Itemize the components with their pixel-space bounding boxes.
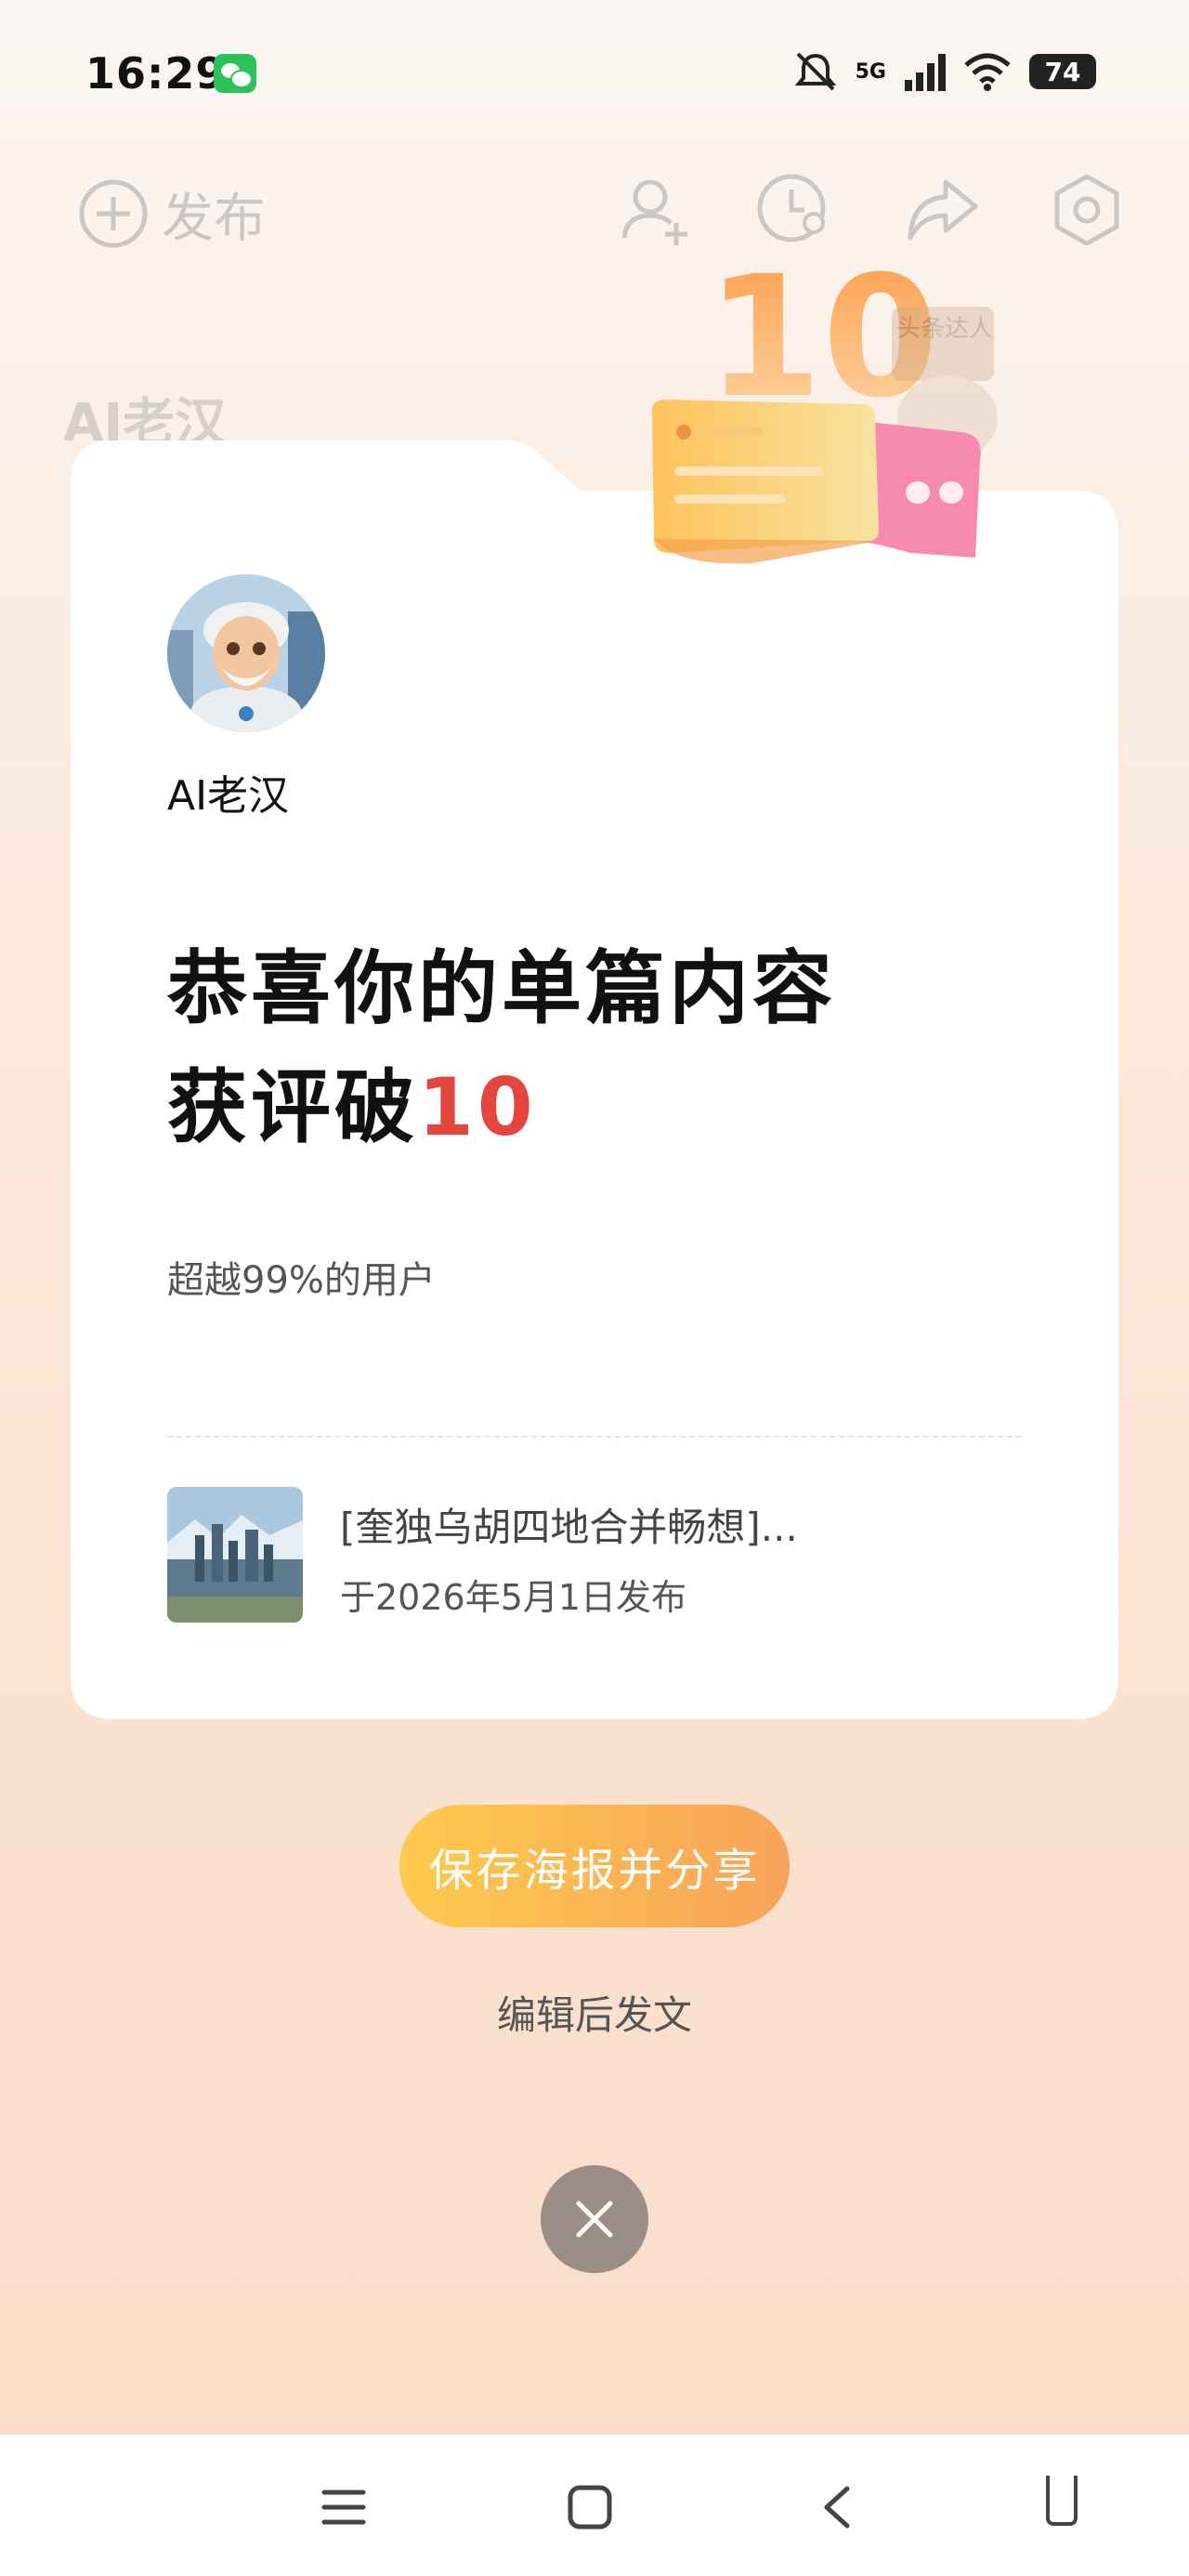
status-time: 16:29 — [85, 48, 227, 99]
close-button[interactable] — [541, 2165, 648, 2273]
achievement-card: AI老汉 恭喜你的单篇内容 获评破10 超越99%的用户 [奎独乌胡四地合并畅想… — [71, 437, 1118, 1719]
decoration-sign-text: 头条达人 — [896, 315, 993, 343]
home-square-icon — [568, 2485, 612, 2530]
username: AI老汉 — [167, 772, 290, 820]
battery-indicator: 74 — [1029, 54, 1096, 89]
status-bar: 16:29 5G 74 — [0, 0, 1189, 149]
settings-icon — [1054, 174, 1119, 246]
system-navigation-bar — [0, 2435, 1189, 2576]
post-title[interactable]: [奎独乌胡四地合并畅想]... — [340, 1496, 798, 1553]
post-date: 于2026年5月1日发布 — [340, 1577, 687, 1618]
ribbon-badge-illustration: 10 头条达人 — [651, 241, 998, 564]
city-thumbnail-image — [167, 1487, 303, 1623]
wifi-icon — [964, 53, 1011, 91]
nav-back-button[interactable] — [799, 2470, 873, 2544]
save-poster-share-button[interactable]: 保存海报并分享 — [399, 1805, 790, 1927]
headline-line-1: 恭喜你的单篇内容 — [167, 942, 836, 1035]
ranking-text: 超越99%的用户 — [167, 1259, 436, 1302]
side-handle[interactable] — [1046, 2476, 1078, 2526]
nav-home-button[interactable] — [553, 2470, 627, 2544]
headline-number: 10 — [418, 1061, 537, 1154]
dashed-divider — [167, 1436, 1022, 1438]
publish-label: 发布 — [162, 188, 266, 249]
menu-icon — [321, 2490, 366, 2525]
nav-menu-button[interactable] — [307, 2470, 381, 2544]
close-icon — [576, 2201, 613, 2238]
back-chevron-icon — [824, 2486, 850, 2529]
post-thumbnail[interactable] — [167, 1487, 303, 1623]
status-icons: 5G 74 — [792, 48, 1096, 95]
trophy-decoration: 10 头条达人 — [641, 232, 1013, 585]
network-type: 5G — [855, 59, 886, 84]
edit-then-post-link[interactable]: 编辑后发文 — [0, 1984, 1189, 2041]
mute-icon — [794, 52, 836, 91]
achievement-headline: 恭喜你的单篇内容 获评破10 — [167, 929, 836, 1167]
avatar — [167, 574, 325, 732]
publish-button: 发布 — [65, 169, 307, 258]
headline-prefix: 获评破 — [167, 1061, 418, 1154]
plus-circle-icon — [79, 179, 148, 248]
avatar-illustration — [167, 574, 325, 732]
wechat-notification-icon — [214, 54, 256, 93]
signal-icon — [905, 54, 946, 91]
headline-line-2: 获评破10 — [167, 1048, 836, 1167]
